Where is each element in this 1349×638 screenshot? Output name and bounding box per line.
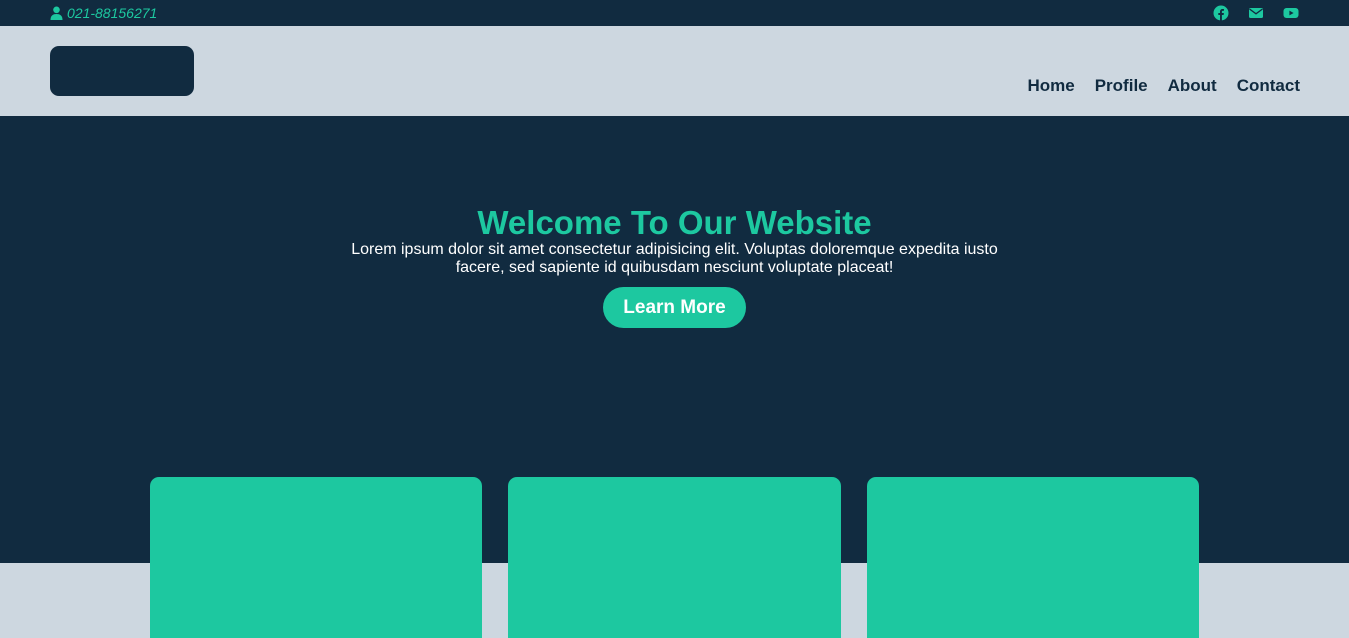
phone-contact: 021-88156271 — [50, 5, 157, 21]
top-bar: 021-88156271 — [0, 0, 1349, 26]
main-nav: Home Profile About Contact — [1027, 76, 1300, 96]
site-header: Home Profile About Contact — [0, 26, 1349, 116]
nav-home[interactable]: Home — [1027, 76, 1074, 96]
social-links — [1213, 5, 1299, 21]
hero-text: Lorem ipsum dolor sit amet consectetur a… — [351, 241, 998, 276]
user-icon — [50, 6, 63, 20]
hero-title: Welcome To Our Website — [477, 204, 872, 241]
phone-number: 021-88156271 — [67, 5, 158, 21]
feature-card — [150, 477, 482, 638]
nav-profile[interactable]: Profile — [1095, 76, 1148, 96]
mail-icon[interactable] — [1248, 5, 1264, 21]
feature-card — [508, 477, 841, 638]
nav-contact[interactable]: Contact — [1237, 76, 1300, 96]
facebook-icon[interactable] — [1213, 5, 1229, 21]
logo[interactable] — [50, 46, 194, 96]
feature-card — [867, 477, 1199, 638]
nav-about[interactable]: About — [1168, 76, 1217, 96]
learn-more-button[interactable]: Learn More — [603, 287, 746, 328]
youtube-icon[interactable] — [1283, 5, 1299, 21]
